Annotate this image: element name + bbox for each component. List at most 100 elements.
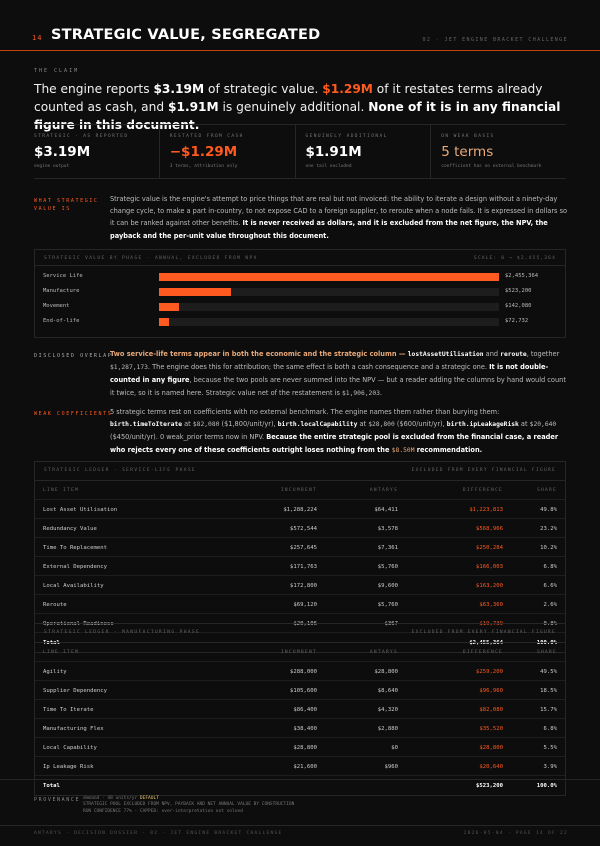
table-note: EXCLUDED FROM EVERY FINANCIAL FIGURE [411, 468, 556, 473]
incumbent-cell: $28,800 [293, 745, 317, 751]
weak-amount: $28,800 [368, 421, 395, 429]
share-cell: 18.5% [540, 688, 557, 694]
bar-track [159, 288, 499, 296]
bar-label: End-of-life [43, 318, 80, 324]
bar-track [159, 303, 499, 311]
table-note: EXCLUDED FROM EVERY FINANCIAL FIGURE [411, 630, 556, 635]
column-headers: LINE ITEM INCUMBENT ANTARYS DIFFERENCE S… [35, 481, 565, 500]
disclosed-label: DISCLOSED OVERLAP [34, 353, 113, 359]
disclosed-text: . The engine does this for attribution; … [147, 363, 490, 372]
claim-text-1: The engine reports [34, 82, 154, 96]
claim-value-reported: $3.19M [153, 82, 205, 96]
line-item-cell: Manufacturing Flex [43, 726, 104, 732]
line-item-cell: Lost Asset Utilisation [43, 507, 118, 513]
term-ip-leakage: birth.ipLeakageRisk [446, 421, 519, 429]
difference-cell: $63,360 [479, 602, 503, 608]
line-item-cell: Ip Leakage Risk [43, 764, 94, 770]
section-number: 14 [32, 34, 43, 42]
recommendation-amount: $8.50M [391, 446, 415, 454]
share-cell: 15.7% [540, 707, 557, 713]
weak-label: WEAK COEFFICIENTS [34, 411, 113, 417]
kpi-label: RESTATED FROM CASH [169, 134, 244, 139]
bar-value-label: $2,455,364 [505, 273, 539, 279]
kpi-sub: one tail excluded [305, 164, 352, 169]
table-body: Lost Asset Utilisation $1,288,224 $64,411 $… [35, 500, 565, 633]
what-paragraph: Strategic value is the engine's attempt … [110, 193, 568, 242]
share-cell: 5.5% [543, 745, 557, 751]
bar-value-label: $72,732 [505, 318, 529, 324]
difference-cell: $35,520 [479, 726, 503, 732]
bar-value-label: $142,080 [505, 303, 532, 309]
kpi-value: $1.91M [305, 144, 362, 160]
antarys-cell: $3,578 [377, 526, 398, 532]
weak-text: ($600/unit/yr), [394, 420, 447, 429]
footer-left: ANTARYS · DECISION DOSSIER · 02 · JET EN… [34, 831, 283, 836]
total-label: Total [43, 783, 60, 789]
kpi-strip: STRATEGIC · AS REPORTED $3.19M engine ou… [34, 124, 566, 179]
share-cell: 6.6% [543, 583, 557, 589]
kpi-additional: GENUINELY ADDITIONAL $1.91M one tail exc… [296, 125, 432, 178]
incumbent-cell: $171,763 [290, 564, 317, 570]
table-header: STRATEGIC LEDGER · MANUFACTURING PHASE E… [35, 624, 565, 643]
antarys-cell: $64,411 [374, 507, 398, 513]
kpi-as-reported: STRATEGIC · AS REPORTED $3.19M engine ou… [34, 125, 160, 178]
claim-label: THE CLAIM [34, 68, 80, 74]
table-row: Supplier Dependency $105,600 $8,640 $96,960… [35, 681, 565, 700]
bar-row: Movement $142,080 [43, 302, 563, 312]
col-share: SHARE [536, 488, 557, 493]
line-item-cell: Redundancy Value [43, 526, 97, 532]
what-label-line-2: VALUE IS [34, 206, 71, 212]
bar [159, 303, 179, 311]
kpi-value: $3.19M [34, 144, 91, 160]
column-headers: LINE ITEM INCUMBENT ANTARYS DIFFERENCE S… [35, 643, 565, 662]
line-item-cell: Local Capability [43, 745, 97, 751]
line-item-cell: Supplier Dependency [43, 688, 107, 694]
share-cell: 3.9% [543, 764, 557, 770]
bar-label: Manufacture [43, 288, 80, 294]
provenance-line-2: STRATEGIC POOL EXCLUDED FROM NPV, PAYBAC… [83, 802, 295, 808]
table-row: External Dependency $171,763 $5,760 $166,00… [35, 557, 565, 576]
bar [159, 288, 232, 296]
line-item-cell: Local Availability [43, 583, 104, 589]
kpi-sub: engine output [34, 164, 70, 169]
line-item-cell: Time To Replacement [43, 545, 107, 551]
difference-cell: $1,223,813 [469, 507, 503, 513]
weak-amount: $20,640 [529, 421, 557, 429]
net-amount: $1,906,203 [342, 389, 380, 397]
incumbent-cell: $257,645 [290, 545, 317, 551]
term-reroute: reroute [500, 351, 527, 358]
weak-text: ($1,800/unit/yr), [219, 420, 278, 429]
table-row: Time To Replacement $257,645 $7,361 $250,28… [35, 538, 565, 557]
col-antarys: ANTARYS [369, 488, 398, 493]
chart-scale: SCALE: 0 → $2,455,364 [473, 256, 556, 261]
difference-cell: $82,080 [479, 707, 503, 713]
total-difference: $523,200 [476, 783, 503, 789]
page-header: 14 STRATEGIC VALUE, SEGREGATED 02 · JET … [0, 0, 600, 51]
disclosed-lead: Two service-life terms appear in both th… [110, 350, 408, 358]
col-line-item: LINE ITEM [43, 488, 80, 493]
line-item-cell: Reroute [43, 602, 67, 608]
table-row: Ip Leakage Risk $21,600 $960 $20,640 3.9% [35, 757, 565, 776]
kpi-sub: 3 terms, attribution only [169, 164, 238, 169]
incumbent-cell: $38,400 [293, 726, 317, 732]
bar-track [159, 318, 499, 326]
incumbent-cell: $172,800 [290, 583, 317, 589]
disclosed-text: , together [526, 350, 560, 358]
bar-track [159, 273, 499, 281]
provenance-label: PROVENANCE [34, 797, 81, 803]
col-line-item: LINE ITEM [43, 650, 80, 655]
what-label-line-1: WHAT STRATEGIC [34, 198, 99, 204]
claim-text-2: of strategic value. [204, 82, 323, 96]
footer-page: 2026-05-04 · PAGE 14 OF 22 [463, 831, 568, 836]
antarys-cell: $960 [384, 764, 398, 770]
incumbent-cell: $69,120 [293, 602, 317, 608]
kpi-label: GENUINELY ADDITIONAL [305, 134, 388, 139]
weak-text: at [518, 420, 530, 429]
weak-text: at [357, 420, 369, 429]
bar [159, 318, 170, 326]
table-title: STRATEGIC LEDGER · MANUFACTURING PHASE [44, 630, 201, 635]
disclosed-paragraph: Two service-life terms appear in both th… [110, 348, 568, 400]
weak-emphasis: recommendation. [414, 445, 483, 454]
disclosed-text: and [483, 350, 501, 358]
share-cell: 6.8% [543, 564, 557, 570]
